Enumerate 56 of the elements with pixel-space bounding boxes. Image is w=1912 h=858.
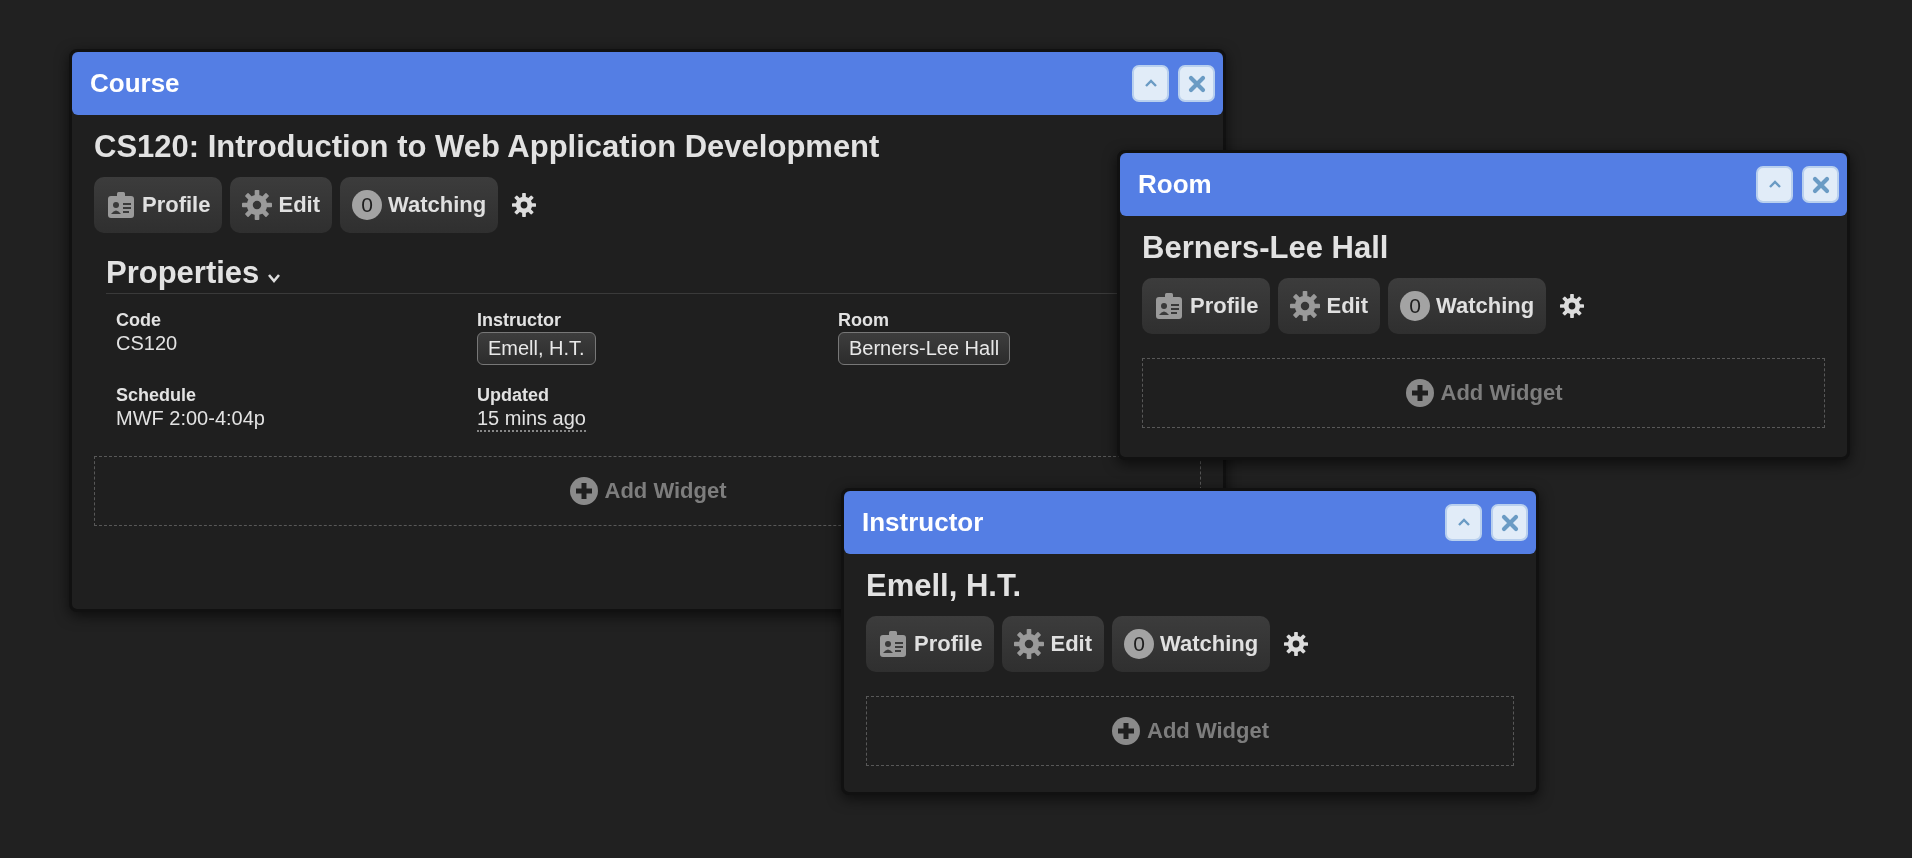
close-button[interactable] bbox=[1178, 65, 1215, 102]
record-heading: CS120: Introduction to Web Application Development bbox=[94, 129, 881, 165]
gear-icon bbox=[242, 190, 273, 220]
window-title: Course bbox=[90, 68, 181, 99]
watch-count: 0 bbox=[1124, 629, 1155, 659]
watch-count: 0 bbox=[1400, 291, 1431, 321]
field-value: CS120 bbox=[116, 332, 178, 355]
add-widget-button[interactable]: Add Widget bbox=[568, 476, 727, 506]
field-value: MWF 2:00-4:04p bbox=[116, 407, 265, 430]
chevron-up-icon bbox=[1767, 180, 1782, 189]
profile-button[interactable]: Profile bbox=[94, 177, 223, 233]
field-value: 15 mins ago bbox=[477, 407, 586, 432]
watching-button[interactable]: 0 Watching bbox=[1388, 278, 1547, 334]
field-label: Room bbox=[838, 310, 890, 331]
id-card-icon bbox=[106, 190, 136, 220]
close-icon bbox=[1500, 513, 1519, 532]
edit-button[interactable]: Edit bbox=[230, 177, 333, 233]
chevron-up-icon bbox=[1456, 518, 1471, 527]
field-label: Schedule bbox=[116, 385, 198, 406]
chevron-up-icon bbox=[1143, 79, 1158, 88]
close-icon bbox=[1811, 175, 1830, 194]
close-button[interactable] bbox=[1802, 166, 1839, 203]
window-title: Room bbox=[1138, 169, 1213, 200]
collapse-button[interactable] bbox=[1445, 504, 1482, 541]
close-button[interactable] bbox=[1491, 504, 1528, 541]
record-heading: Berners-Lee Hall bbox=[1142, 230, 1390, 266]
collapse-button[interactable] bbox=[1756, 166, 1793, 203]
window-title: Instructor bbox=[862, 507, 985, 538]
edit-button[interactable]: Edit bbox=[1278, 278, 1381, 334]
plus-circle-icon bbox=[1404, 378, 1435, 408]
field-label: Instructor bbox=[477, 310, 562, 331]
settings-icon[interactable] bbox=[1284, 632, 1309, 656]
link-chip[interactable]: Emell, H.T. bbox=[477, 332, 596, 365]
settings-icon[interactable] bbox=[1560, 294, 1585, 318]
settings-icon[interactable] bbox=[512, 193, 537, 217]
close-icon bbox=[1187, 74, 1206, 93]
profile-button[interactable]: Profile bbox=[866, 616, 995, 672]
field-label: Updated bbox=[477, 385, 550, 406]
link-chip[interactable]: Berners-Lee Hall bbox=[838, 332, 1011, 365]
id-card-icon bbox=[1154, 291, 1184, 321]
watching-button[interactable]: 0 Watching bbox=[340, 177, 499, 233]
profile-button[interactable]: Profile bbox=[1142, 278, 1271, 334]
id-card-icon bbox=[878, 629, 908, 659]
add-widget-button[interactable]: Add Widget bbox=[1404, 378, 1563, 408]
section-heading[interactable]: Properties bbox=[106, 255, 260, 291]
field-label: Code bbox=[116, 310, 162, 331]
collapse-button[interactable] bbox=[1132, 65, 1169, 102]
gear-icon bbox=[1290, 291, 1321, 321]
edit-button[interactable]: Edit bbox=[1002, 616, 1105, 672]
plus-circle-icon bbox=[568, 476, 599, 506]
record-heading: Emell, H.T. bbox=[866, 568, 1023, 604]
add-widget-button[interactable]: Add Widget bbox=[1111, 716, 1269, 746]
watching-button[interactable]: 0 Watching bbox=[1112, 616, 1271, 672]
plus-circle-icon bbox=[1111, 716, 1141, 746]
watch-count: 0 bbox=[352, 190, 383, 220]
gear-icon bbox=[1014, 629, 1045, 659]
